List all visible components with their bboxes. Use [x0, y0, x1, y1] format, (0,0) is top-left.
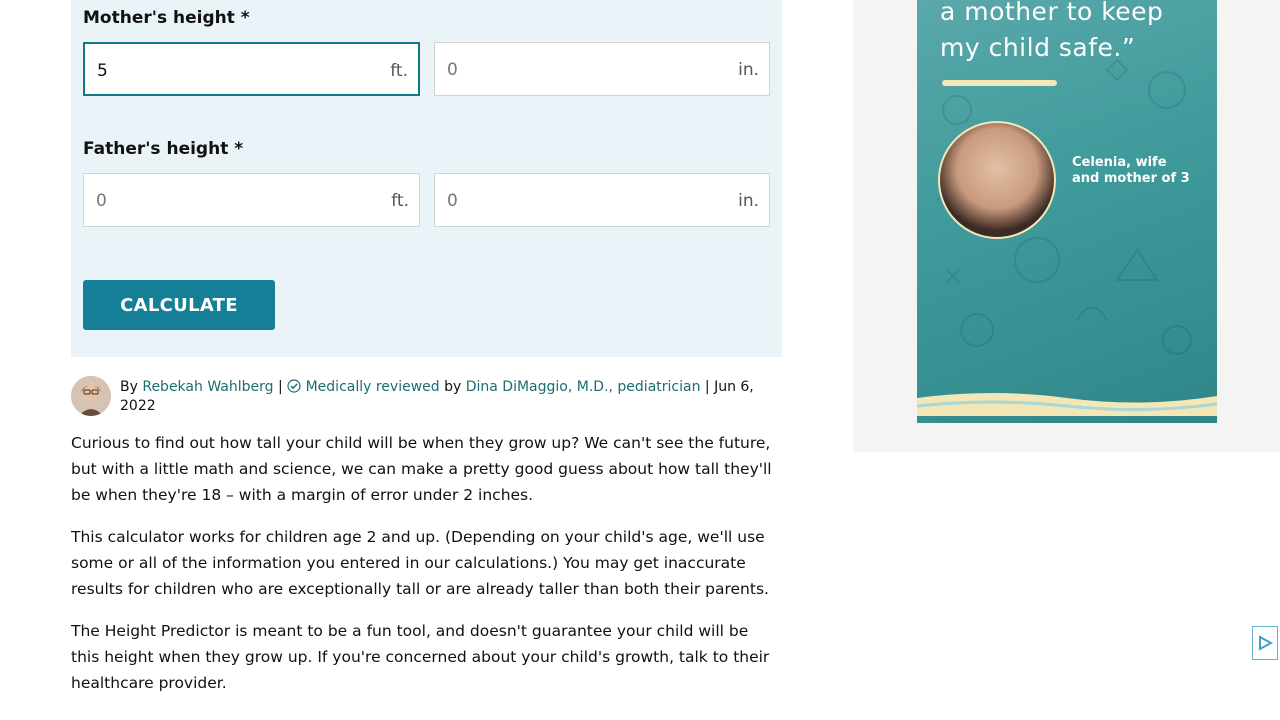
mother-inches-input[interactable]: 0 in.	[434, 42, 770, 96]
byline-by-reviewer: by	[444, 379, 462, 395]
father-inches-input[interactable]: 0 in.	[434, 173, 770, 227]
ad-quote-line-1: a mother to keep	[940, 0, 1164, 26]
ad-portrait-photo	[938, 121, 1056, 239]
ad-caption-line-1: Celenia, wife	[1072, 155, 1167, 170]
verified-check-icon	[287, 379, 301, 393]
mother-feet-input[interactable]: 5 ft.	[83, 42, 420, 96]
author-avatar[interactable]	[71, 376, 111, 416]
reviewer-link[interactable]: Dina DiMaggio, M.D., pediatrician	[466, 379, 701, 395]
ad-caption-line-2: and mother of 3	[1072, 171, 1190, 186]
mother-feet-value: 5	[97, 61, 108, 81]
ad-wave-decoration	[917, 393, 1217, 416]
mother-inches-placeholder: 0	[447, 60, 458, 80]
article-byline: By Rebekah Wahlberg | Medically reviewed…	[120, 378, 780, 416]
father-feet-unit: ft.	[391, 191, 409, 211]
adchoices-icon[interactable]	[1252, 626, 1278, 660]
father-feet-input[interactable]: 0 ft.	[83, 173, 420, 227]
father-feet-placeholder: 0	[96, 191, 107, 211]
article-paragraph-2: This calculator works for children age 2…	[71, 528, 769, 598]
calculate-button[interactable]: CALCULATE	[83, 280, 275, 330]
byline-by: By	[120, 379, 138, 395]
adchoices-play-icon	[1259, 635, 1274, 651]
father-height-label: Father's height *	[83, 139, 244, 159]
ad-decorative-stroke	[942, 80, 1057, 86]
ad-quote-line-2: my child safe.”	[940, 33, 1136, 62]
advertisement-card[interactable]: a mother to keep my child safe.” Celenia…	[917, 0, 1217, 423]
author-link[interactable]: Rebekah Wahlberg	[142, 379, 273, 395]
mother-feet-unit: ft.	[390, 61, 408, 81]
article-paragraph-3: The Height Predictor is meant to be a fu…	[71, 622, 770, 692]
article-body: Curious to find out how tall your child …	[71, 430, 781, 712]
byline-separator: |	[277, 379, 283, 395]
medically-reviewed-link[interactable]: Medically reviewed	[306, 379, 440, 395]
mother-inches-unit: in.	[738, 60, 759, 80]
ad-caption: Celenia, wife and mother of 3	[1072, 155, 1202, 187]
article-paragraph-1: Curious to find out how tall your child …	[71, 434, 772, 504]
mother-height-label: Mother's height *	[83, 8, 250, 28]
father-inches-unit: in.	[738, 191, 759, 211]
author-avatar-image	[71, 376, 111, 416]
ad-quote: a mother to keep my child safe.”	[940, 0, 1200, 66]
father-inches-placeholder: 0	[447, 191, 458, 211]
